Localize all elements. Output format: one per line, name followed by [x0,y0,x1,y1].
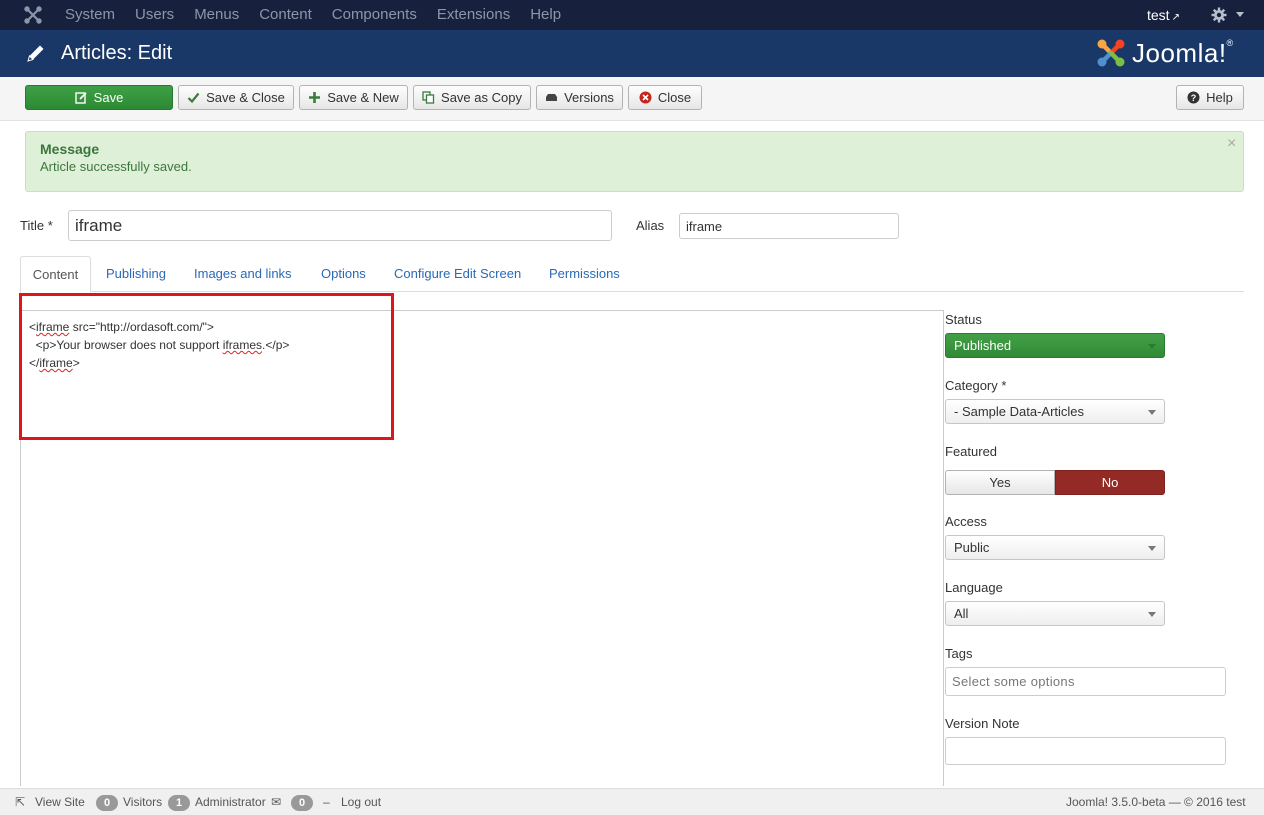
tags-label: Tags [945,646,973,661]
admins-label: Administrator [195,795,266,809]
highlight-box [19,293,394,440]
joomla-logo-icon[interactable] [24,6,42,24]
access-value: Public [954,540,990,555]
menu-system[interactable]: System [55,0,125,30]
visitors-label: Visitors [123,795,163,809]
question-icon: ? [1187,91,1200,104]
language-value: All [954,606,969,621]
save-button[interactable]: Save [25,85,173,110]
menu-components[interactable]: Components [322,0,427,30]
status-bar: ⇱ View Site 0 Visitors 1 Administrator ✉… [0,788,1264,815]
alias-input[interactable]: iframe [679,213,899,239]
menu-help[interactable]: Help [520,0,571,30]
close-button[interactable]: Close [628,85,702,110]
versions-label: Versions [564,90,614,105]
messages-badge[interactable]: 0 [291,795,313,811]
tab-images-links[interactable]: Images and links [194,256,292,292]
close-label: Close [657,90,692,105]
joomla-brand-icon [1097,39,1125,67]
tab-permissions[interactable]: Permissions [549,256,620,292]
main-menu: System Users Menus Content Components Ex… [55,0,571,30]
save-copy-button[interactable]: Save as Copy [413,85,531,110]
brand-name: Joomla!® [1132,37,1234,68]
status-label: Status [945,312,982,327]
chevron-down-icon [1148,344,1156,349]
page-header: Articles: Edit Joomla!® [0,30,1264,77]
status-select[interactable]: Published [945,333,1165,358]
chevron-down-icon[interactable] [1236,12,1244,17]
featured-label: Featured [945,444,998,459]
success-message: Message Article successfully saved. × [25,131,1244,192]
message-heading: Message [40,141,100,157]
external-link-icon: ↗ [1171,12,1180,23]
featured-no-button[interactable]: No [1055,470,1165,495]
user-name: test [1147,7,1170,23]
tab-content[interactable]: Content [20,256,91,293]
joomla-brand: Joomla!® [1096,36,1234,70]
pencil-icon [27,45,44,62]
save-label: Save [93,90,124,105]
category-select[interactable]: - Sample Data-Articles [945,399,1165,424]
gear-icon[interactable] [1211,7,1227,23]
visitors-badge: 0 [96,795,118,811]
language-label: Language [945,580,1003,595]
close-icon[interactable]: × [1227,135,1236,153]
save-new-label: Save & New [327,90,399,105]
tags-placeholder: Select some options [952,674,1075,689]
edit-icon [74,92,87,104]
title-value: iframe [75,215,123,235]
tab-options[interactable]: Options [321,256,366,292]
alias-value: iframe [686,218,723,234]
admins-badge: 1 [168,795,190,811]
help-label: Help [1206,90,1233,105]
archive-icon [546,94,558,101]
featured-toggle: Yes No [945,470,1165,495]
message-text: Article successfully saved. [40,159,192,174]
chevron-down-icon [1148,410,1156,415]
category-label: Category * [945,378,1007,393]
save-new-button[interactable]: Save & New [299,85,408,110]
version-note-input[interactable] [945,737,1226,765]
menu-users[interactable]: Users [125,0,184,30]
edit-tabs: Content Publishing Images and links Opti… [20,256,1244,293]
language-select[interactable]: All [945,601,1165,626]
status-value: Published [954,338,1012,353]
user-link[interactable]: test ↗ [1147,0,1180,33]
chevron-down-icon [1148,612,1156,617]
view-site-link[interactable]: View Site [35,789,85,815]
tab-publishing[interactable]: Publishing [106,256,166,292]
title-label: Title * [20,218,53,233]
versions-button[interactable]: Versions [536,85,623,110]
save-copy-label: Save as Copy [441,90,522,105]
page-title: Articles: Edit [61,42,173,64]
minus-icon: – [323,795,330,809]
top-nav: System Users Menus Content Components Ex… [0,0,1264,30]
logout-link[interactable]: Log out [341,789,381,815]
version-note-label: Version Note [945,716,1020,731]
version-info: Joomla! 3.5.0-beta — © 2016 test [1066,795,1246,809]
cancel-icon [639,91,652,104]
menu-content[interactable]: Content [249,0,322,30]
help-button[interactable]: ? Help [1176,85,1244,110]
svg-text:?: ? [1191,93,1197,103]
plus-icon [309,92,321,103]
title-input[interactable]: iframe [68,210,612,241]
featured-yes-button[interactable]: Yes [945,470,1055,495]
access-label: Access [945,514,987,529]
toolbar: Save Save & Close Save & New Save as Cop… [0,77,1264,121]
envelope-icon: ✉ [271,795,282,809]
copy-icon [422,91,435,104]
tags-input[interactable]: Select some options [945,667,1226,696]
category-value: - Sample Data-Articles [954,404,1085,419]
check-icon [187,92,200,104]
menu-extensions[interactable]: Extensions [427,0,520,30]
save-close-button[interactable]: Save & Close [178,85,294,110]
external-link-icon: ⇱ [15,795,26,809]
access-select[interactable]: Public [945,535,1165,560]
chevron-down-icon [1148,546,1156,551]
save-close-label: Save & Close [206,90,285,105]
menu-menus[interactable]: Menus [184,0,249,30]
alias-label: Alias [636,218,665,233]
tab-configure-edit-screen[interactable]: Configure Edit Screen [394,256,521,292]
